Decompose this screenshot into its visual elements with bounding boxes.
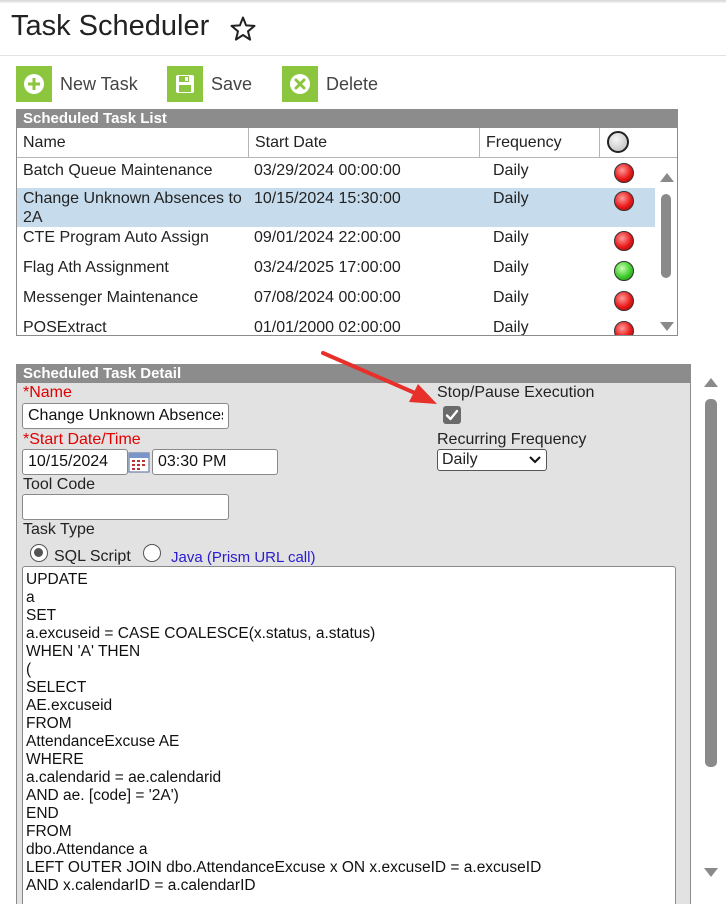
start-date-cell: 03/29/2024 00:00:00 <box>254 162 401 179</box>
page-scrollbar[interactable] <box>700 370 722 880</box>
table-row[interactable]: Batch Queue Maintenance 03/29/2024 00:00:… <box>17 159 655 188</box>
sql-script-label: SQL Script <box>54 548 131 565</box>
java-prism-link[interactable]: Java (Prism URL call) <box>171 549 315 566</box>
scroll-up-arrow-icon[interactable] <box>660 173 674 182</box>
start-date-cell: 09/01/2024 22:00:00 <box>254 229 401 246</box>
delete-button[interactable]: Delete <box>282 66 378 102</box>
page-scroll-down-icon[interactable] <box>704 868 718 877</box>
task-name-cell: CTE Program Auto Assign <box>23 229 209 246</box>
top-shadow <box>0 0 726 3</box>
chevron-down-icon <box>529 456 541 464</box>
scheduled-task-detail: Scheduled Task Detail *Name *Start Date/… <box>16 364 691 904</box>
start-date-cell: 03/24/2025 17:00:00 <box>254 259 401 276</box>
task-name-cell: Change Unknown Absences to 2A <box>23 190 242 226</box>
task-list-scrollbar[interactable] <box>655 158 677 335</box>
x-circle-icon <box>282 66 318 102</box>
new-task-button[interactable]: New Task <box>16 66 138 102</box>
frequency-cell: Daily <box>493 289 529 306</box>
table-row[interactable]: Flag Ath Assignment 03/24/2025 17:00:00 Da… <box>17 257 655 287</box>
sql-line: SET <box>26 607 57 624</box>
sql-line: dbo.Attendance a <box>26 841 148 858</box>
start-date-cell: 01/01/2000 02:00:00 <box>254 319 401 336</box>
start-date-cell: 10/15/2024 15:30:00 <box>254 190 401 207</box>
sql-line: LEFT OUTER JOIN dbo.AttendanceExcuse x O… <box>26 859 542 876</box>
floppy-disk-icon <box>167 66 203 102</box>
title-divider <box>0 55 726 56</box>
scroll-down-arrow-icon[interactable] <box>660 322 674 331</box>
scroll-thumb[interactable] <box>661 194 671 278</box>
sql-line: AE.excuseid <box>26 697 113 714</box>
recurring-frequency-label: Recurring Frequency <box>437 431 587 448</box>
frequency-cell: Daily <box>493 229 529 246</box>
recurring-frequency-select[interactable]: Daily <box>437 449 547 471</box>
sql-line: FROM <box>26 823 72 840</box>
red-status-icon <box>614 163 634 183</box>
tool-code-input[interactable] <box>22 494 229 520</box>
red-status-icon <box>614 291 634 311</box>
frequency-cell: Daily <box>493 319 529 336</box>
recurring-frequency-value: Daily <box>442 451 478 468</box>
name-input[interactable] <box>22 403 229 429</box>
sql-line: UPDATE <box>26 571 88 588</box>
column-header-start-date[interactable]: Start Date <box>249 128 480 158</box>
red-status-icon <box>614 191 634 211</box>
task-list-header: Scheduled Task List <box>17 110 677 128</box>
start-time-input[interactable] <box>152 449 278 475</box>
tool-code-label: Tool Code <box>23 476 96 493</box>
scheduled-task-list: Scheduled Task List Name Start Date Freq… <box>16 109 678 336</box>
sql-script-radio[interactable] <box>30 544 48 562</box>
red-status-icon <box>614 231 634 251</box>
save-label: Save <box>211 73 253 94</box>
sql-line: a.excuseid = CASE COALESCE(x.status, a.s… <box>26 625 376 642</box>
task-name-cell: Batch Queue Maintenance <box>23 162 213 179</box>
sql-line: SELECT <box>26 679 87 696</box>
save-button[interactable]: Save <box>167 66 252 102</box>
table-row[interactable]: Change Unknown Absences to 2A 10/15/2024 … <box>17 188 655 227</box>
task-name-cell: POSExtract <box>23 319 107 336</box>
page-title: Task Scheduler <box>11 10 210 42</box>
sql-line: AND ae. [code] = '2A') <box>26 787 179 804</box>
task-detail-header: Scheduled Task Detail <box>17 365 690 383</box>
task-name-cell: Flag Ath Assignment <box>23 259 169 276</box>
sql-line: WHEN 'A' THEN <box>26 643 141 660</box>
stop-pause-label: Stop/Pause Execution <box>437 384 595 401</box>
page-scroll-up-icon[interactable] <box>704 378 718 387</box>
table-row[interactable]: Messenger Maintenance 07/08/2024 00:00:00… <box>17 287 655 317</box>
calendar-icon[interactable] <box>128 451 150 473</box>
sql-line: a <box>26 589 35 606</box>
check-icon <box>445 409 459 421</box>
delete-label: Delete <box>326 73 379 94</box>
name-label: *Name <box>23 384 72 401</box>
start-date-time-label: *Start Date/Time <box>23 431 141 448</box>
plus-circle-icon <box>16 66 52 102</box>
red-status-icon <box>614 321 634 335</box>
sql-line: a.calendarid = ae.calendarid <box>26 769 222 786</box>
new-task-label: New Task <box>60 73 138 94</box>
green-status-icon <box>614 261 634 281</box>
sql-line: WHERE <box>26 751 84 768</box>
table-row[interactable]: POSExtract 01/01/2000 02:00:00 Daily <box>17 317 655 336</box>
sql-line: ( <box>26 661 32 678</box>
task-name-cell: Messenger Maintenance <box>23 289 199 306</box>
sql-line: FROM <box>26 715 72 732</box>
frequency-cell: Daily <box>493 259 529 276</box>
column-header-name[interactable]: Name <box>17 128 249 158</box>
sql-line: AND x.calendarID = a.calendarID <box>26 877 256 894</box>
sql-line: END <box>26 805 59 822</box>
start-date-cell: 07/08/2024 00:00:00 <box>254 289 401 306</box>
star-icon[interactable] <box>229 15 257 43</box>
table-row[interactable]: CTE Program Auto Assign 09/01/2024 22:00:… <box>17 227 655 257</box>
sql-line: AttendanceExcuse AE <box>26 733 180 750</box>
java-prism-radio[interactable] <box>143 544 161 562</box>
column-header-frequency[interactable]: Frequency <box>480 128 600 158</box>
frequency-cell: Daily <box>493 162 529 179</box>
task-type-label: Task Type <box>23 521 95 538</box>
frequency-cell: Daily <box>493 190 529 207</box>
start-date-input[interactable] <box>22 449 128 475</box>
sql-script-editor[interactable]: UPDATE a SET a.excuseid = CASE COALESCE(x.s… <box>22 566 676 904</box>
status-circle-icon <box>607 131 629 153</box>
stop-pause-checkbox[interactable] <box>443 406 461 424</box>
page-scroll-thumb[interactable] <box>705 399 717 767</box>
